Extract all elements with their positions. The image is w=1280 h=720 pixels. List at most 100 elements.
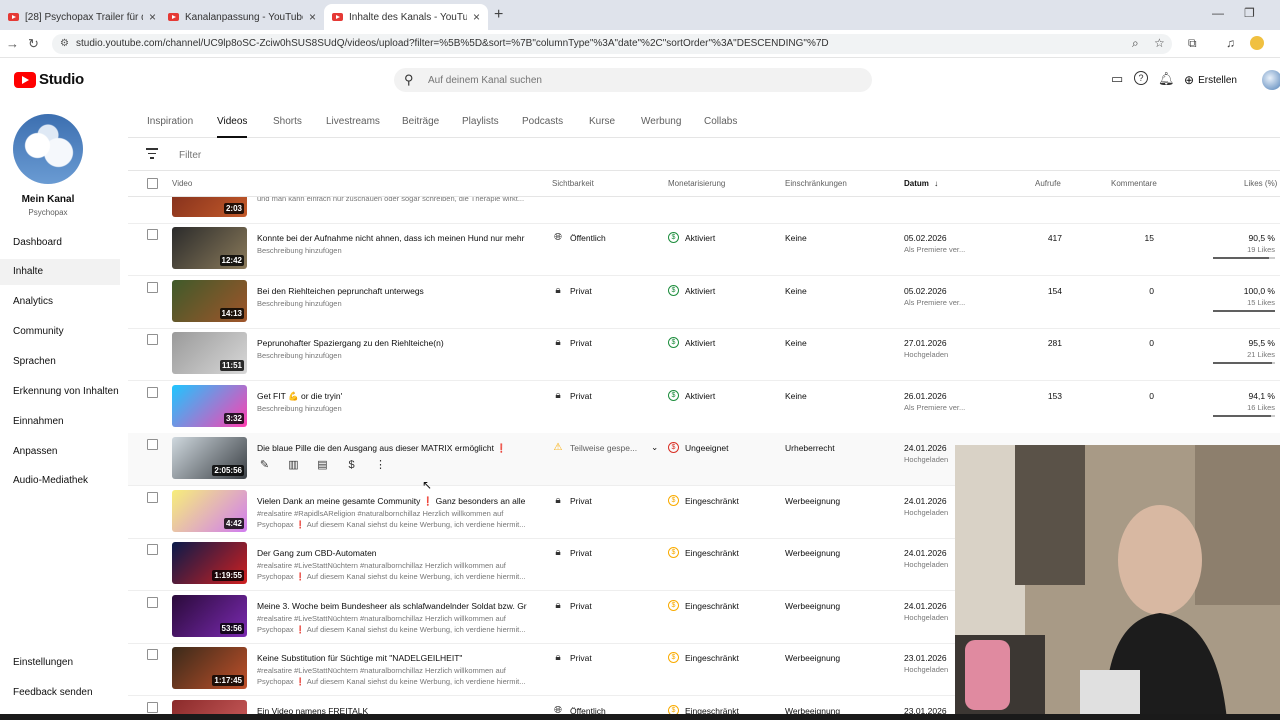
restriction-cell[interactable]: Werbeeignung [785, 653, 840, 663]
col-views[interactable]: Aufrufe [1035, 179, 1061, 188]
video-thumbnail[interactable]: 53:56 [172, 595, 247, 637]
sidebar-item-anpassen[interactable]: Anpassen [0, 439, 120, 465]
monetization-cell[interactable]: $ Aktiviert [668, 390, 715, 401]
restriction-cell[interactable]: Keine [785, 286, 807, 296]
close-tab-icon[interactable]: × [473, 10, 480, 24]
sidebar-item-dashboard[interactable]: Dashboard [0, 230, 120, 256]
comments-icon[interactable]: ▤ [315, 458, 330, 473]
tab-beitraege[interactable]: Beiträge [402, 102, 439, 138]
row-checkbox[interactable] [147, 229, 158, 240]
search-input[interactable] [428, 72, 848, 88]
filter-input[interactable] [179, 147, 579, 163]
row-checkbox[interactable] [147, 702, 158, 713]
reload-icon[interactable]: ↻ [28, 36, 39, 52]
video-title[interactable]: Die blaue Pille die den Ausgang aus dies… [257, 443, 527, 454]
browser-tab-active[interactable]: Inhalte des Kanals - YouTube St × [324, 4, 488, 30]
sidebar-item-einnahmen[interactable]: Einnahmen [0, 409, 120, 435]
select-all-checkbox[interactable] [147, 178, 158, 189]
col-likes[interactable]: Likes (%) [1244, 179, 1277, 188]
tab-podcasts[interactable]: Podcasts [522, 102, 563, 138]
filter-icon[interactable] [146, 148, 158, 159]
analytics-icon[interactable]: ▥ [286, 458, 301, 473]
comments-feedback-icon[interactable]: ▭ [1111, 71, 1123, 87]
restriction-cell[interactable]: Keine [785, 338, 807, 348]
monetization-cell[interactable]: $ Ungeeignet [668, 442, 728, 453]
row-checkbox[interactable] [147, 282, 158, 293]
tab-shorts[interactable]: Shorts [273, 102, 302, 138]
sidebar-item-einstellungen[interactable]: Einstellungen [0, 650, 120, 676]
video-thumbnail[interactable]: 14:13 [172, 280, 247, 322]
video-thumbnail[interactable]: 12:42 [172, 227, 247, 269]
account-avatar[interactable] [1262, 70, 1280, 90]
monetization-cell[interactable]: $ Aktiviert [668, 337, 715, 348]
monetization-cell[interactable]: $ Eingeschränkt [668, 547, 739, 558]
table-row[interactable]: 11:51 Peprunohafter Spaziergang zu den Ri… [128, 328, 1280, 381]
restriction-cell[interactable]: Werbeeignung [785, 496, 840, 506]
video-title[interactable]: Peprunohafter Spaziergang zu den Riehlte… [257, 338, 527, 348]
video-title[interactable]: Meine 3. Woche beim Bundesheer als schla… [257, 601, 527, 611]
sidebar-item-audio-mediathek[interactable]: Audio-Mediathek [0, 468, 120, 494]
close-tab-icon[interactable]: × [149, 10, 156, 24]
table-row[interactable]: 14:13 Bei den Riehlteichen peprunchaft un… [128, 276, 1280, 329]
row-checkbox[interactable] [147, 597, 158, 608]
video-title[interactable]: Vielen Dank an meine gesamte Community ❗… [257, 496, 527, 507]
channel-search[interactable]: ⚲ [394, 68, 872, 92]
browser-tab[interactable]: [28] Psychopax Trailer für die U × [0, 4, 164, 30]
video-thumbnail[interactable]: 2:05:56 [172, 437, 247, 479]
site-info-icon[interactable]: ⚙ [60, 34, 69, 54]
notifications-bell-icon[interactable]: 🔔︎ [1158, 71, 1175, 87]
restriction-cell[interactable]: Werbeeignung [785, 548, 840, 558]
monetization-icon[interactable]: $ [344, 458, 359, 473]
video-title[interactable]: Konnte bei der Aufnahme nicht ahnen, das… [257, 233, 527, 243]
new-tab-icon[interactable]: + [494, 6, 503, 24]
tab-playlists[interactable]: Playlists [462, 102, 499, 138]
table-row[interactable]: 2:03 und man kann einfach nur zuschauen o… [128, 197, 1280, 224]
forward-icon[interactable]: → [6, 36, 19, 51]
video-thumbnail[interactable]: 1:19:55 [172, 542, 247, 584]
sidebar-item-community[interactable]: Community [0, 319, 120, 345]
monetization-cell[interactable]: $ Eingeschränkt [668, 495, 739, 506]
tab-inspiration[interactable]: Inspiration [147, 102, 193, 138]
more-options-icon[interactable]: ⋮ [373, 458, 388, 473]
restriction-cell[interactable]: Keine [785, 233, 807, 243]
restriction-cell[interactable]: Keine [785, 391, 807, 401]
minimize-icon[interactable]: — [1212, 6, 1224, 20]
col-date[interactable]: Datum ↓ [904, 179, 938, 188]
tab-videos[interactable]: Videos [217, 102, 248, 138]
media-icon[interactable]: ♫ [1226, 36, 1235, 50]
monetization-cell[interactable]: $ Aktiviert [668, 285, 715, 296]
video-thumbnail[interactable]: 4:42 [172, 490, 247, 532]
row-checkbox[interactable] [147, 492, 158, 503]
restriction-cell[interactable]: Werbeeignung [785, 601, 840, 611]
video-title[interactable]: Get FIT 💪 or die tryin' [257, 391, 527, 402]
sidebar-item-sprachen[interactable]: Sprachen [0, 349, 120, 375]
sidebar-item-feedback[interactable]: Feedback senden [0, 680, 120, 706]
row-checkbox[interactable] [147, 387, 158, 398]
video-title[interactable]: Keine Substitution für Süchtige mit "NAD… [257, 653, 527, 663]
monetization-cell[interactable]: $ Eingeschränkt [668, 652, 739, 663]
bookmark-star-icon[interactable]: ☆ [1154, 36, 1165, 50]
monetization-cell[interactable]: $ Eingeschränkt [668, 600, 739, 611]
help-icon[interactable]: ? [1134, 71, 1148, 85]
visibility-cell[interactable]: ⚠ Teilweise gespe... ⌄ [552, 442, 659, 453]
browser-tab[interactable]: Kanalanpassung - YouTube Stu × [160, 4, 324, 30]
sidebar-item-inhalte[interactable]: Inhalte [0, 259, 120, 285]
sidebar-item-analytics[interactable]: Analytics [0, 289, 120, 315]
table-row[interactable]: 3:32 Get FIT 💪 or die tryin' Beschreibung … [128, 381, 1280, 434]
profile-icon[interactable] [1250, 36, 1264, 50]
row-checkbox[interactable] [147, 439, 158, 450]
sidebar-item-erkennung[interactable]: Erkennung von Inhalten [0, 379, 120, 405]
close-tab-icon[interactable]: × [309, 10, 316, 24]
channel-avatar[interactable] [13, 114, 83, 184]
tab-livestreams[interactable]: Livestreams [326, 102, 380, 138]
table-row[interactable]: 12:42 Konnte bei der Aufnahme nicht ahnen… [128, 223, 1280, 276]
extensions-icon[interactable]: ⧉ [1188, 36, 1197, 51]
zoom-icon[interactable]: ⌕ [1132, 36, 1139, 51]
studio-logo[interactable]: Studio [14, 71, 84, 88]
row-checkbox[interactable] [147, 544, 158, 555]
video-thumbnail[interactable]: 1:17:45 [172, 647, 247, 689]
tab-collabs[interactable]: Collabs [704, 102, 737, 138]
row-checkbox[interactable] [147, 334, 158, 345]
video-thumbnail[interactable]: 2:03 [172, 197, 247, 217]
create-button[interactable]: ⊕ Erstellen [1184, 69, 1237, 91]
